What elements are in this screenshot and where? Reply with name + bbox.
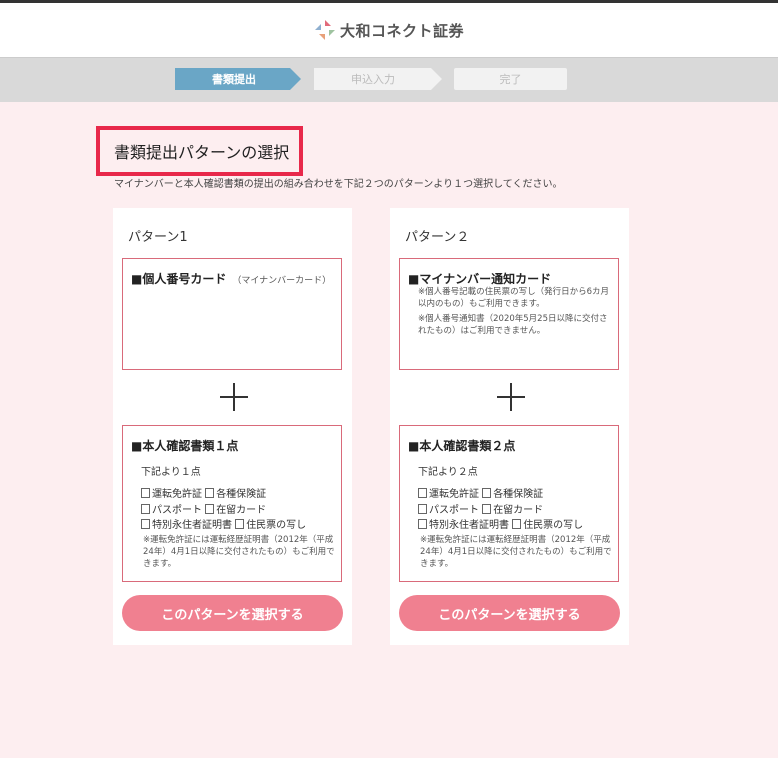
- list-item: 運転免許証 各種保険証: [141, 487, 306, 503]
- list-item: 運転免許証 各種保険証: [418, 487, 583, 503]
- select-count-label: 下記より１点: [141, 467, 201, 478]
- mynumber-document-box: ■マイナンバー通知カード ※個人番号記載の住民票の写し（発行日から6カ月以内のも…: [399, 258, 619, 370]
- document-heading: ■マイナンバー通知カード: [408, 272, 552, 286]
- mynumber-document-box: ■個人番号カード （マイナンバーカード）: [122, 258, 342, 370]
- site-header: 大和コネクト証券: [0, 3, 778, 58]
- document-type-list: 運転免許証 各種保険証 パスポート 在留カード 特別永住者証明書 住民票の写し: [418, 487, 583, 534]
- brand-logo[interactable]: 大和コネクト証券: [314, 19, 464, 41]
- brand-logo-icon: [314, 20, 335, 40]
- notification-note: ※個人番号通知書（2020年5月25日以降に交付されたもの）はご利用できません。: [418, 314, 608, 336]
- checkbox-icon: [141, 519, 150, 529]
- list-item: 特別永住者証明書 住民票の写し: [141, 518, 306, 534]
- checkbox-icon: [482, 503, 492, 514]
- page-title: 書類提出パターンの選択: [96, 126, 303, 176]
- document-heading: ■個人番号カード （マイナンバーカード）: [131, 272, 332, 286]
- checkbox-icon: [235, 519, 245, 529]
- license-note: ※運転免許証には運転経歴証明書（2012年（平成24年）4月1日以降に交付された…: [420, 535, 612, 569]
- page-description: マイナンバーと本人確認書類の提出の組み合わせを下記２つのパターンより１つ選択して…: [114, 179, 563, 190]
- step-application-input: 申込入力: [314, 68, 442, 90]
- progress-steps: 書類提出 申込入力 完了: [0, 58, 778, 102]
- pattern-title: パターン２: [405, 230, 470, 245]
- identity-document-box: ■本人確認書類２点 下記より２点 運転免許証 各種保険証 パスポート 在留カード…: [399, 425, 619, 582]
- select-count-label: 下記より２点: [418, 467, 478, 478]
- checkbox-icon: [512, 519, 522, 529]
- checkbox-icon: [418, 519, 427, 529]
- document-heading: ■本人確認書類１点: [131, 439, 239, 453]
- checkbox-icon: [482, 488, 492, 498]
- pattern-card-1: パターン1 ■個人番号カード （マイナンバーカード） ■本人確認書類１点 下記より…: [113, 208, 352, 645]
- plus-icon: [220, 383, 248, 411]
- list-item: パスポート 在留カード: [141, 503, 306, 519]
- step-document-submission: 書類提出: [175, 68, 301, 90]
- resident-card-note: ※個人番号記載の住民票の写し（発行日から6カ月以内のもの）もご利用できます。: [418, 287, 610, 309]
- checkbox-icon: [141, 503, 150, 514]
- checkbox-icon: [418, 488, 427, 498]
- checkbox-icon: [418, 503, 427, 514]
- identity-document-box: ■本人確認書類１点 下記より１点 運転免許証 各種保険証 パスポート 在留カード…: [122, 425, 342, 582]
- select-pattern-2-button[interactable]: このパターンを選択する: [399, 595, 620, 631]
- main-content: 書類提出パターンの選択 マイナンバーと本人確認書類の提出の組み合わせを下記２つの…: [0, 102, 778, 758]
- step-complete: 完了: [454, 68, 567, 90]
- checkbox-icon: [205, 503, 215, 514]
- pattern-title: パターン1: [128, 230, 188, 245]
- license-note: ※運転免許証には運転経歴証明書（2012年（平成24年）4月1日以降に交付された…: [143, 535, 335, 569]
- list-item: 特別永住者証明書 住民票の写し: [418, 518, 583, 534]
- checkbox-icon: [205, 488, 215, 498]
- checkbox-icon: [141, 488, 150, 498]
- select-pattern-1-button[interactable]: このパターンを選択する: [122, 595, 343, 631]
- brand-name: 大和コネクト証券: [339, 21, 464, 40]
- pattern-card-2: パターン２ ■マイナンバー通知カード ※個人番号記載の住民票の写し（発行日から6…: [390, 208, 629, 645]
- plus-icon: [497, 383, 525, 411]
- document-type-list: 運転免許証 各種保険証 パスポート 在留カード 特別永住者証明書 住民票の写し: [141, 487, 306, 534]
- list-item: パスポート 在留カード: [418, 503, 583, 519]
- document-heading: ■本人確認書類２点: [408, 439, 516, 453]
